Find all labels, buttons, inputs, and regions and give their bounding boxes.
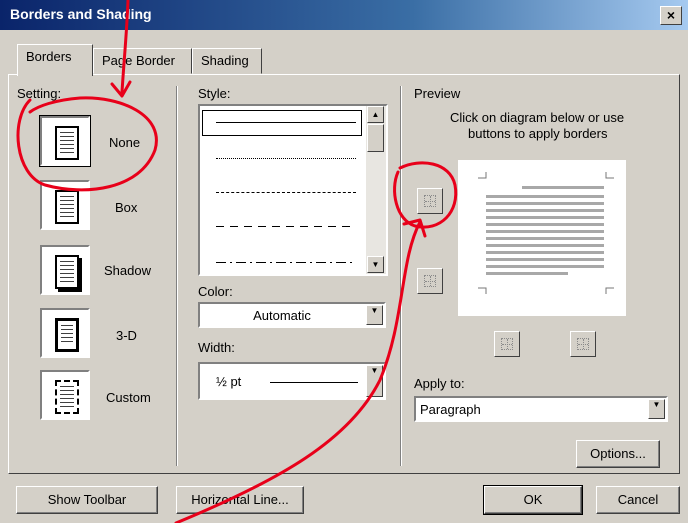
tab-page-border-label: Page Border (102, 53, 175, 68)
color-dropdown-arrow[interactable]: ▼ (366, 305, 383, 325)
horizontal-line-button[interactable]: Horizontal Line... (176, 486, 304, 514)
separator-right (400, 86, 402, 466)
apply-to-dropdown[interactable]: Paragraph ▼ (414, 396, 668, 422)
color-header: Color: (198, 284, 233, 299)
scroll-thumb[interactable] (367, 124, 384, 152)
setting-3d-label[interactable]: 3-D (116, 328, 137, 343)
color-value: Automatic (253, 308, 311, 323)
style-line-dotted[interactable] (216, 158, 356, 159)
width-value: ½ pt (216, 374, 242, 389)
setting-box-label[interactable]: Box (115, 200, 137, 215)
options-button[interactable]: Options... (576, 440, 660, 468)
show-toolbar-button[interactable]: Show Toolbar (16, 486, 158, 514)
setting-shadow-icon[interactable] (40, 245, 90, 295)
style-line-solid[interactable] (216, 122, 356, 123)
right-border-button[interactable] (570, 331, 596, 357)
left-border-button[interactable] (494, 331, 520, 357)
setting-shadow-label[interactable]: Shadow (104, 263, 151, 278)
style-line-dash-dot[interactable] (216, 262, 356, 263)
style-selected-row[interactable] (202, 110, 362, 136)
width-dropdown-arrow[interactable]: ▼ (366, 365, 383, 397)
tab-borders[interactable]: Borders (17, 44, 93, 76)
ok-button[interactable]: OK (483, 485, 583, 515)
tab-page-border[interactable]: Page Border (93, 48, 192, 74)
setting-box-icon[interactable] (40, 180, 90, 230)
scroll-up-button[interactable]: ▲ (367, 106, 384, 123)
bottom-border-button[interactable] (417, 268, 443, 294)
setting-none-label[interactable]: None (109, 135, 140, 150)
scroll-down-button[interactable]: ▼ (367, 256, 384, 273)
width-line-sample (270, 382, 358, 383)
setting-none-icon[interactable] (39, 115, 91, 167)
preview-instructions-2: buttons to apply borders (468, 126, 608, 141)
setting-header: Setting: (17, 86, 62, 101)
width-header: Width: (198, 340, 235, 355)
setting-custom-icon[interactable] (40, 370, 90, 420)
close-button[interactable]: × (660, 6, 682, 25)
tab-shading[interactable]: Shading (192, 48, 262, 74)
tab-shading-label: Shading (201, 53, 249, 68)
top-border-button[interactable] (417, 188, 443, 214)
style-line-long-dashed[interactable] (216, 226, 356, 227)
apply-to-header: Apply to: (414, 376, 465, 391)
preview-page-icon (478, 172, 614, 294)
cancel-button[interactable]: Cancel (596, 486, 680, 514)
style-header: Style: (198, 86, 231, 101)
tab-borders-label: Borders (26, 49, 72, 64)
separator-left (176, 86, 178, 466)
style-line-dashed[interactable] (216, 192, 356, 193)
preview-instructions-1: Click on diagram below or use (450, 110, 625, 125)
apply-to-value: Paragraph (420, 402, 481, 417)
setting-custom-label[interactable]: Custom (106, 390, 151, 405)
setting-3d-icon[interactable] (40, 308, 90, 358)
style-scrollbar[interactable]: ▲ ▼ (366, 106, 386, 274)
preview-diagram[interactable] (458, 160, 626, 316)
preview-header: Preview (414, 86, 461, 101)
color-dropdown[interactable]: Automatic ▼ (198, 302, 386, 328)
style-listbox[interactable]: ▲ ▼ (198, 104, 388, 276)
width-dropdown[interactable]: ½ pt ▼ (198, 362, 386, 400)
apply-to-dropdown-arrow[interactable]: ▼ (648, 399, 665, 419)
dialog-title: Borders and Shading (10, 6, 152, 22)
